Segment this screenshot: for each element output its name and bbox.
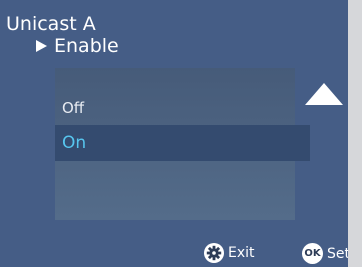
- gear-icon: [204, 243, 224, 263]
- menu-subtitle: Enable: [36, 36, 119, 56]
- option-on[interactable]: On: [55, 125, 310, 161]
- screen-border: [348, 0, 362, 267]
- triangle-right-icon: [36, 40, 47, 52]
- menu-screen: Unicast A Enable Off On Exit OK Set: [0, 0, 350, 267]
- triangle-up-icon[interactable]: [305, 83, 343, 105]
- exit-label: Exit: [228, 245, 255, 261]
- option-on-label: On: [62, 133, 87, 153]
- menu-subtitle-label: Enable: [54, 35, 119, 57]
- option-off[interactable]: Off: [55, 90, 295, 126]
- set-button[interactable]: OK Set: [302, 243, 350, 264]
- ok-icon: OK: [302, 243, 323, 264]
- menu-title: Unicast A: [6, 13, 96, 35]
- exit-button[interactable]: Exit: [204, 243, 255, 263]
- option-off-label: Off: [62, 99, 85, 117]
- set-label: Set: [327, 245, 350, 262]
